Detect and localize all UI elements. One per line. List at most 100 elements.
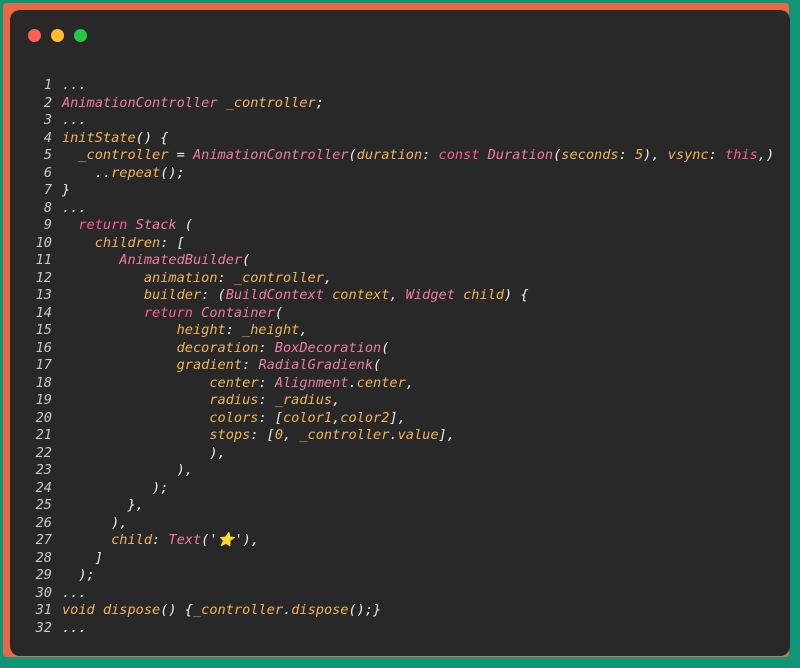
code-token: dispose [291, 602, 349, 618]
code-token: children [94, 234, 161, 251]
code-line: 10 children: [ [10, 235, 774, 253]
code-line: 31 void dispose() {_controller.dispose();… [10, 602, 774, 620]
code-token: ) { [504, 287, 529, 303]
line-number: 20 [35, 409, 52, 426]
line-number: 26 [35, 514, 52, 531]
code-text: radius: _radius, [62, 392, 340, 410]
code-text: ... [62, 200, 87, 218]
code-line: 32... [10, 620, 774, 638]
line-number: 22 [35, 444, 52, 461]
code-token: ,) [757, 147, 775, 163]
code-token: (); [160, 164, 185, 181]
code-token: , [332, 392, 341, 408]
code-line: 28 ] [10, 550, 774, 568]
code-line: 11 AnimatedBuilder( [10, 252, 774, 270]
code-line: 23 ), [10, 462, 774, 480]
code-token: ( [176, 217, 193, 233]
code-token: Duration [487, 147, 554, 163]
code-token: AnimationController [192, 147, 349, 163]
code-text: ), [62, 462, 193, 480]
code-line: 6 ..repeat(); [10, 165, 774, 183]
line-number: 11 [35, 252, 52, 268]
code-token: radius [209, 392, 259, 408]
code-token: center [209, 374, 259, 391]
code-token: : [217, 269, 234, 286]
line-number: 15 [35, 322, 52, 338]
line-number: 32 [35, 619, 52, 636]
code-token: Text [168, 532, 202, 548]
code-token: () { [135, 129, 169, 146]
minimize-dot-icon[interactable] [51, 29, 64, 42]
code-line: 26 ), [10, 515, 774, 533]
code-token: ( [274, 304, 283, 321]
code-line: 13 builder: (BuildContext context, Widge… [10, 287, 774, 305]
code-text: ... [62, 77, 87, 95]
code-token: ... [62, 584, 87, 601]
code-text: _controller = AnimationController(durati… [62, 147, 774, 165]
code-token: _controller [299, 427, 390, 443]
code-token: = [168, 147, 193, 163]
code-token: , [299, 322, 308, 338]
maximize-dot-icon[interactable] [74, 29, 87, 42]
line-number: 5 [43, 147, 52, 163]
code-token: value [397, 427, 439, 443]
code-token: Container [201, 304, 275, 321]
code-line: 25 }, [10, 497, 774, 515]
line-number: 18 [35, 374, 52, 391]
code-text: ), [62, 515, 127, 533]
code-token: BuildContext [225, 287, 324, 303]
code-token: return [143, 304, 193, 321]
code-token: : [708, 147, 726, 163]
code-line: 8... [10, 200, 774, 218]
code-text: }, [62, 497, 143, 515]
code-token: : [ [258, 409, 283, 426]
code-token: Widget [405, 287, 455, 303]
code-token: : [258, 339, 275, 356]
code-token: ); [62, 567, 95, 583]
code-token: ), [62, 444, 226, 461]
line-number: 23 [35, 462, 52, 478]
code-token: _controller [192, 602, 284, 618]
code-token: ( [381, 339, 390, 356]
code-token: return [78, 217, 128, 233]
code-token: const [438, 147, 480, 163]
code-token: : [242, 357, 259, 373]
code-token: 5 [634, 147, 644, 163]
line-number: 25 [35, 497, 52, 513]
code-token: void [62, 602, 95, 618]
code-text: child: Text('⭐'), [62, 532, 259, 550]
code-text: ... [62, 112, 87, 130]
code-text: ), [62, 444, 226, 463]
code-text: void dispose() {_controller.dispose();} [62, 602, 381, 620]
code-token: . [389, 427, 398, 443]
code-text: AnimationController _controller; [62, 95, 324, 113]
code-token: AnimatedBuilder [119, 252, 243, 268]
code-token: _radius [274, 392, 333, 408]
code-line: 16 decoration: BoxDecoration( [10, 340, 774, 358]
code-token: repeat [111, 164, 161, 181]
close-dot-icon[interactable] [28, 29, 41, 42]
code-text: ); [62, 480, 168, 498]
code-token: builder [143, 287, 202, 303]
line-number: 14 [35, 304, 52, 321]
code-token: } [62, 182, 71, 198]
line-number: 31 [35, 602, 52, 618]
code-token: ... [62, 112, 87, 128]
code-token: ( [348, 147, 357, 163]
code-token: '), [234, 532, 260, 548]
code-token: child [463, 287, 504, 303]
code-line: 24 ); [10, 480, 774, 498]
code-line: 1... [10, 77, 774, 95]
